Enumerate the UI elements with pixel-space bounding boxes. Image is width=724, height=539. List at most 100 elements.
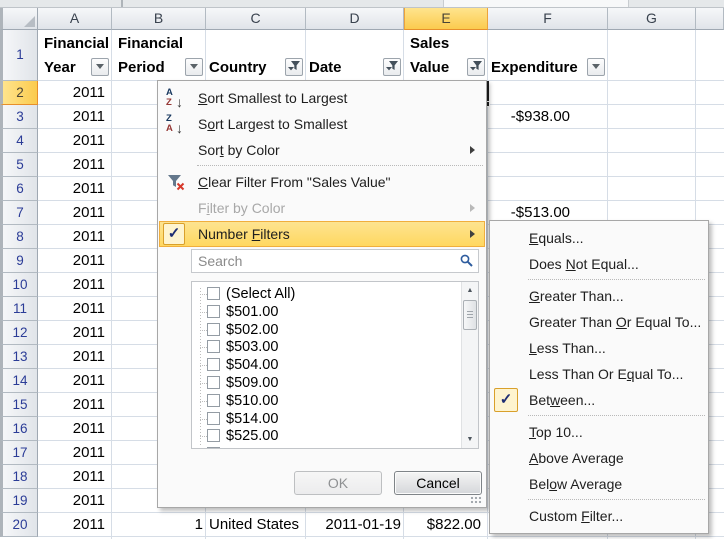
submenu-item-less-than[interactable]: Less Than... xyxy=(491,335,707,361)
submenu-item-greater-than-or-equal-to[interactable]: Greater Than Or Equal To... xyxy=(491,309,707,335)
select-all-corner[interactable] xyxy=(0,8,38,30)
cell-E20[interactable]: $822.00 xyxy=(404,513,488,537)
row-header-17[interactable]: 17 xyxy=(0,441,38,465)
submenu-item-does-not-equal[interactable]: Does Not Equal... xyxy=(491,251,707,277)
row-header-15[interactable]: 15 xyxy=(0,393,38,417)
row-header-9[interactable]: 9 xyxy=(0,249,38,273)
cell-A15[interactable]: 2011 xyxy=(38,393,112,417)
row-header-4[interactable]: 4 xyxy=(0,129,38,153)
list-scrollbar[interactable]: ▲ ▼ xyxy=(461,282,478,448)
column-header-g[interactable]: G xyxy=(608,8,696,30)
filter-value-item[interactable]: $514.00 xyxy=(192,410,457,428)
filter-value-checkbox[interactable] xyxy=(207,394,220,407)
dropdown-button-financial-period[interactable] xyxy=(185,58,203,76)
cell-F3[interactable]: -$938.00 xyxy=(488,105,608,129)
row-header-3[interactable]: 3 xyxy=(0,105,38,129)
filter-value-checkbox[interactable] xyxy=(207,447,220,449)
filter-button-sales-value[interactable] xyxy=(467,58,485,76)
row-header-6[interactable]: 6 xyxy=(0,177,38,201)
row-header-8[interactable]: 8 xyxy=(0,225,38,249)
row-header-2[interactable]: 2 xyxy=(0,81,38,105)
cell-B20[interactable]: 1 xyxy=(112,513,206,537)
filter-value-item[interactable]: $525.00 xyxy=(192,427,457,445)
row-header-1[interactable]: 1 xyxy=(0,30,38,81)
cell-A3[interactable]: 2011 xyxy=(38,105,112,129)
filter-value-checkbox[interactable] xyxy=(207,340,220,353)
filter-value-checkbox[interactable] xyxy=(207,376,220,389)
column-header-e[interactable]: E xyxy=(404,8,488,30)
ok-button[interactable]: OK xyxy=(294,471,382,495)
filter-value-checkbox[interactable] xyxy=(207,358,220,371)
cancel-button[interactable]: Cancel xyxy=(394,471,482,495)
filter-value-checkbox[interactable] xyxy=(207,305,220,318)
column-header-d[interactable]: D xyxy=(306,8,404,30)
cell-A14[interactable]: 2011 xyxy=(38,369,112,393)
resize-grip[interactable] xyxy=(470,496,483,505)
row-header-7[interactable]: 7 xyxy=(0,201,38,225)
filter-value-item[interactable]: $503.00 xyxy=(192,338,457,356)
cell-A7[interactable]: 2011 xyxy=(38,201,112,225)
row-header-20[interactable]: 20 xyxy=(0,513,38,537)
row-header-11[interactable]: 11 xyxy=(0,297,38,321)
cell-C20[interactable]: United States xyxy=(206,513,306,537)
cell-A17[interactable]: 2011 xyxy=(38,441,112,465)
search-icon[interactable] xyxy=(460,254,473,267)
submenu-item-less-than-or-equal-to[interactable]: Less Than Or Equal To... xyxy=(491,361,707,387)
cell-A18[interactable]: 2011 xyxy=(38,465,112,489)
cell-A16[interactable]: 2011 xyxy=(38,417,112,441)
column-header-b[interactable]: B xyxy=(112,8,206,30)
cell-A12[interactable]: 2011 xyxy=(38,321,112,345)
filter-value-checkbox[interactable] xyxy=(207,287,220,300)
filter-value-checkbox[interactable] xyxy=(207,429,220,442)
filter-value-checkbox[interactable] xyxy=(207,323,220,336)
filter-button-date[interactable] xyxy=(383,58,401,76)
dropdown-button-expenditure[interactable] xyxy=(587,58,605,76)
cell-A19[interactable]: 2011 xyxy=(38,489,112,513)
filter-value-item-partial[interactable] xyxy=(192,445,457,449)
submenu-item-between[interactable]: ✓Between... xyxy=(491,387,707,413)
submenu-item-top-10[interactable]: Top 10... xyxy=(491,419,707,445)
filter-value-item[interactable]: (Select All) xyxy=(192,285,457,303)
row-header-12[interactable]: 12 xyxy=(0,321,38,345)
menu-item-sort-largest-to-smallest[interactable]: ZA↓Sort Largest to Smallest xyxy=(159,111,485,137)
cell-A5[interactable]: 2011 xyxy=(38,153,112,177)
row-header-14[interactable]: 14 xyxy=(0,369,38,393)
cell-A9[interactable]: 2011 xyxy=(38,249,112,273)
filter-value-item[interactable]: $509.00 xyxy=(192,374,457,392)
filter-button-country[interactable] xyxy=(285,58,303,76)
menu-item-number-filters[interactable]: ✓Number Filters xyxy=(159,221,485,247)
submenu-item-custom-filter[interactable]: Custom Filter... xyxy=(491,503,707,529)
row-header-18[interactable]: 18 xyxy=(0,465,38,489)
submenu-item-equals[interactable]: Equals... xyxy=(491,225,707,251)
menu-item-sort-smallest-to-largest[interactable]: AZ↓Sort Smallest to Largest xyxy=(159,85,485,111)
cell-A8[interactable]: 2011 xyxy=(38,225,112,249)
submenu-item-above-average[interactable]: Above Average xyxy=(491,445,707,471)
cell-A10[interactable]: 2011 xyxy=(38,273,112,297)
cell-D20[interactable]: 2011-01-19 xyxy=(306,513,404,537)
filter-value-item[interactable]: $504.00 xyxy=(192,356,457,374)
column-header-f[interactable]: F xyxy=(488,8,608,30)
menu-item-sort-by-color[interactable]: Sort by Color xyxy=(159,137,485,163)
cell-A2[interactable]: 2011 xyxy=(38,81,112,105)
scroll-down-button[interactable]: ▼ xyxy=(462,431,478,448)
submenu-item-below-average[interactable]: Below Average xyxy=(491,471,707,497)
cell-A13[interactable]: 2011 xyxy=(38,345,112,369)
column-header-a[interactable]: A xyxy=(38,8,112,30)
row-header-16[interactable]: 16 xyxy=(0,417,38,441)
cell-A4[interactable]: 2011 xyxy=(38,129,112,153)
filter-value-checkbox[interactable] xyxy=(207,412,220,425)
column-header-c[interactable]: C xyxy=(206,8,306,30)
scrollbar-thumb[interactable] xyxy=(463,300,477,330)
scroll-up-button[interactable]: ▲ xyxy=(462,282,478,299)
row-header-13[interactable]: 13 xyxy=(0,345,38,369)
row-header-5[interactable]: 5 xyxy=(0,153,38,177)
row-header-10[interactable]: 10 xyxy=(0,273,38,297)
search-input[interactable] xyxy=(191,249,479,273)
filter-value-item[interactable]: $501.00 xyxy=(192,303,457,321)
menu-item-clear-filter-from-sales-value[interactable]: Clear Filter From "Sales Value" xyxy=(159,169,485,195)
column-header-partial[interactable] xyxy=(696,8,724,30)
filter-value-item[interactable]: $502.00 xyxy=(192,321,457,339)
dropdown-button-financial-year[interactable] xyxy=(91,58,109,76)
filter-value-item[interactable]: $510.00 xyxy=(192,392,457,410)
cell-A6[interactable]: 2011 xyxy=(38,177,112,201)
